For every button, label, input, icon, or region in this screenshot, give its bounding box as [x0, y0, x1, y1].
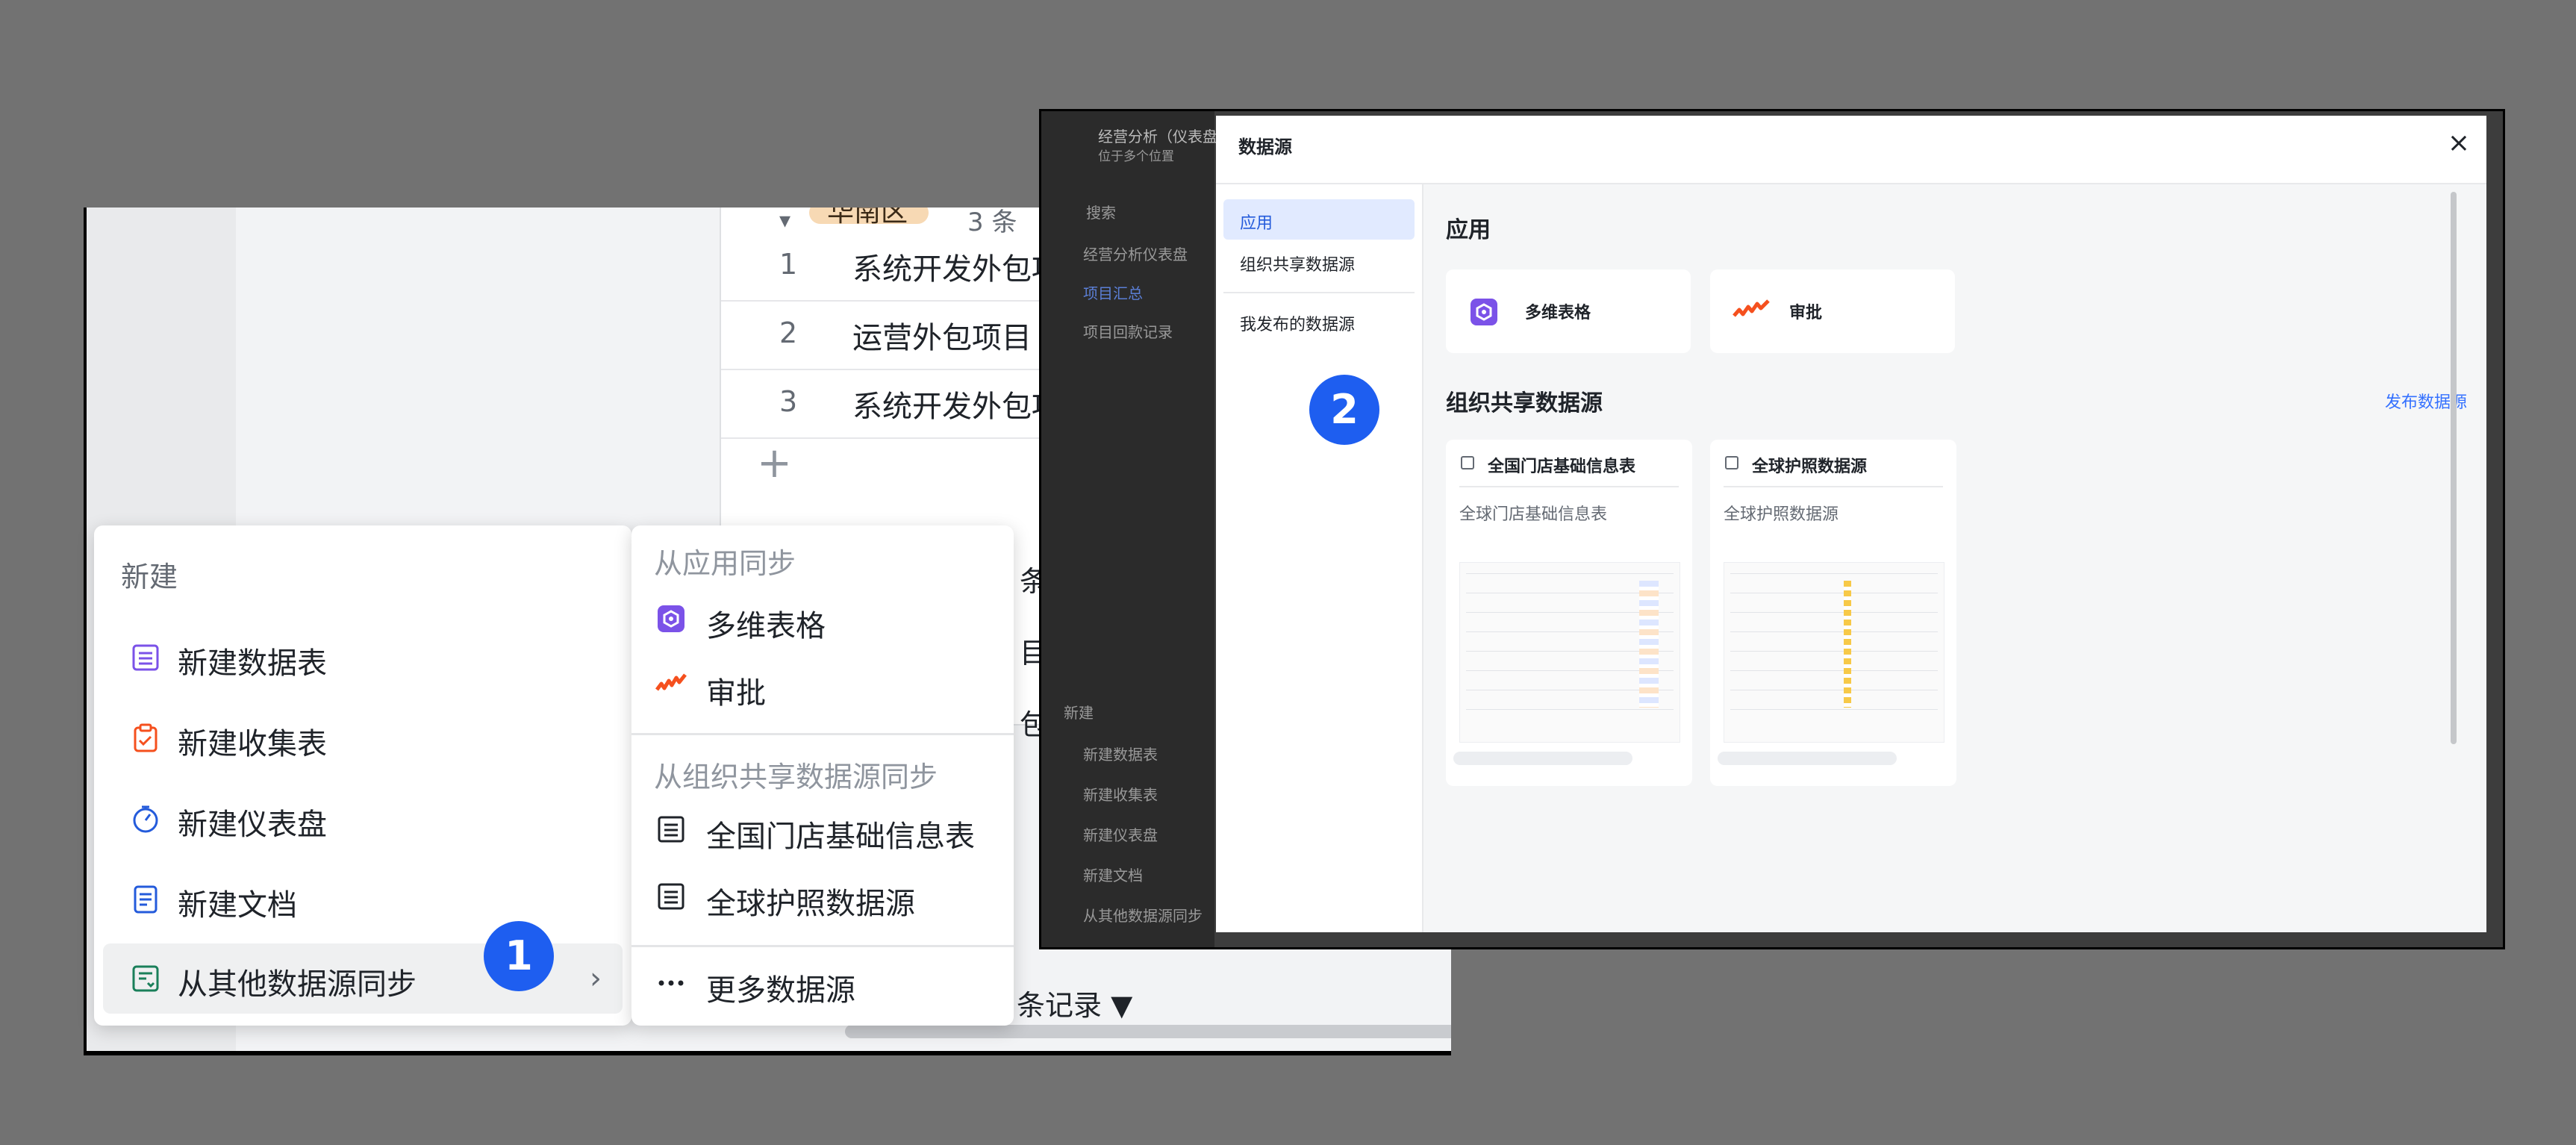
group-collapse-icon[interactable]: ▾ [779, 208, 790, 234]
card-title: 全国门店基础信息表 [1488, 458, 1636, 476]
form-icon [134, 723, 158, 752]
sidebar-search[interactable]: 搜索 [1086, 201, 1116, 222]
submenu-item-label: 全国门店基础信息表 [706, 820, 975, 854]
sidebar-item[interactable]: 经营分析仪表盘 [1083, 243, 1188, 264]
sheet-icon [658, 883, 684, 910]
sidebar-item[interactable]: 项目回款记录 [1083, 320, 1173, 342]
menu-item-new-form[interactable]: 新建收集表 [103, 703, 623, 773]
add-row-button[interactable]: + [757, 439, 792, 487]
sidebar-item[interactable]: 项目汇总 [1083, 281, 1143, 303]
sidebar-new-item[interactable]: 新建文档 [1083, 864, 1143, 885]
bitable-icon [658, 605, 684, 632]
nav-item-my-published[interactable]: 我发布的数据源 [1223, 301, 1415, 341]
step-badge-1: 1 [484, 921, 554, 991]
card-divider [1459, 486, 1679, 487]
sync-sheet-icon [132, 965, 159, 992]
sidebar-doc-subtitle: 位于多个位置 [1098, 149, 1174, 164]
menu-item-label: 从其他数据源同步 [178, 967, 417, 1002]
data-source-dialog: 数据源 × 应用 组织共享数据源 我发布的数据源 应用 多维表格 审批 组织共享… [1216, 116, 2486, 932]
submenu-item-label: 审批 [706, 676, 766, 711]
sidebar-new-item[interactable]: 新建收集表 [1083, 783, 1158, 805]
nav-item-apps[interactable]: 应用 [1223, 199, 1415, 240]
row-number: 3 [779, 385, 798, 418]
table-icon [132, 644, 159, 671]
dialog-content: 应用 多维表格 审批 组织共享数据源 发布数据源 全国门店基础信息表 全球门店基… [1423, 184, 2486, 932]
nav-item-label: 组织共享数据源 [1240, 256, 1356, 275]
nav-divider [1223, 292, 1415, 293]
submenu-item-store-info[interactable]: 全国门店基础信息表 [631, 797, 1014, 863]
submenu-item-label: 更多数据源 [706, 973, 855, 1008]
approval-icon [655, 673, 687, 691]
horizontal-scrollbar[interactable] [845, 1025, 1451, 1038]
sheet-icon [1461, 456, 1474, 469]
menu-item-new-dashboard[interactable]: 新建仪表盘 [103, 784, 623, 854]
menu-item-label: 新建收集表 [178, 727, 327, 761]
doc-icon [134, 885, 158, 914]
approval-icon [1733, 299, 1770, 317]
step-badge-2: 2 [1309, 375, 1379, 445]
app-card-bitable[interactable]: 多维表格 [1446, 269, 1691, 353]
sidebar-doc-title: 经营分析（仪表盘 [1098, 128, 1217, 146]
card-footer-placeholder [1453, 752, 1632, 765]
card-title: 全球护照数据源 [1752, 458, 1868, 476]
submenu-item-bitable[interactable]: 多维表格 [631, 587, 1014, 652]
submenu-item-label: 全球护照数据源 [706, 887, 915, 921]
nav-item-label: 我发布的数据源 [1240, 316, 1356, 334]
submenu-item-approval[interactable]: 审批 [631, 654, 1014, 720]
menu-item-label: 新建数据表 [178, 646, 327, 681]
section-title-shared: 组织共享数据源 [1446, 390, 1603, 416]
group-label: 华南区 [809, 208, 929, 224]
row-number: 1 [779, 248, 798, 281]
sidebar-new-item[interactable]: 从其他数据源同步 [1083, 904, 1203, 926]
shared-source-card[interactable]: 全国门店基础信息表 全球门店基础信息表 [1446, 440, 1692, 786]
card-divider [1724, 486, 1943, 487]
sidebar-new-item[interactable]: 新建数据表 [1083, 743, 1158, 764]
right-screenshot: 经营分析（仪表盘 位于多个位置 搜索 经营分析仪表盘 项目汇总 项目回款记录 新… [1039, 109, 2505, 949]
dimmed-sidebar: 经营分析（仪表盘 位于多个位置 搜索 经营分析仪表盘 项目汇总 项目回款记录 新… [1041, 111, 1217, 947]
sheet-preview-thumbnail [1724, 562, 1945, 743]
menu-item-new-doc[interactable]: 新建文档 [103, 864, 623, 935]
card-description: 全球门店基础信息表 [1459, 505, 1608, 524]
chevron-right-icon: › [590, 961, 602, 996]
bitable-icon [1471, 299, 1497, 325]
row-number: 2 [779, 316, 798, 349]
card-description: 全球护照数据源 [1724, 505, 1839, 524]
submenu-divider [631, 733, 1014, 735]
nav-item-label: 应用 [1240, 214, 1273, 233]
nav-item-shared[interactable]: 组织共享数据源 [1223, 241, 1415, 281]
app-card-label: 多维表格 [1525, 304, 1591, 322]
submenu-header-shared: 从组织共享数据源同步 [654, 761, 938, 793]
close-icon[interactable]: × [2448, 128, 2470, 158]
section-title-apps: 应用 [1446, 217, 1491, 243]
sheet-icon [658, 816, 684, 843]
sidebar-new-item[interactable]: 新建仪表盘 [1083, 823, 1158, 845]
dialog-title: 数据源 [1238, 137, 1292, 157]
sheet-icon [1725, 456, 1738, 469]
submenu-item-more-sources[interactable]: 更多数据源 [631, 951, 1014, 1017]
row-name: 运营外包项目 [852, 321, 1032, 355]
menu-header: 新建 [121, 561, 178, 593]
dashboard-icon [133, 805, 158, 833]
menu-item-new-table[interactable]: 新建数据表 [103, 623, 623, 693]
record-count-dropdown[interactable]: 条记录 ▼ [1017, 982, 1132, 1023]
card-footer-placeholder [1718, 752, 1897, 765]
app-card-approval[interactable]: 审批 [1710, 269, 1955, 353]
sheet-preview-thumbnail [1459, 562, 1680, 743]
app-card-label: 审批 [1789, 304, 1823, 322]
menu-item-label: 新建文档 [178, 888, 297, 923]
submenu-item-label: 多维表格 [706, 609, 826, 643]
vertical-scrollbar[interactable] [2451, 192, 2457, 744]
submenu-header-apps: 从应用同步 [654, 547, 796, 580]
submenu-divider [631, 945, 1014, 947]
more-icon [658, 980, 684, 986]
sidebar-new-header: 新建 [1064, 704, 1094, 722]
submenu-item-passport[interactable]: 全球护照数据源 [631, 864, 1014, 930]
sync-source-submenu: 从应用同步 多维表格 审批 从组织共享数据源同步 全国门店基础信息表 全球护照数… [631, 525, 1014, 1026]
shared-source-card[interactable]: 全球护照数据源 全球护照数据源 [1710, 440, 1956, 786]
dialog-nav: 应用 组织共享数据源 我发布的数据源 [1216, 184, 1423, 932]
menu-item-label: 新建仪表盘 [178, 808, 327, 842]
